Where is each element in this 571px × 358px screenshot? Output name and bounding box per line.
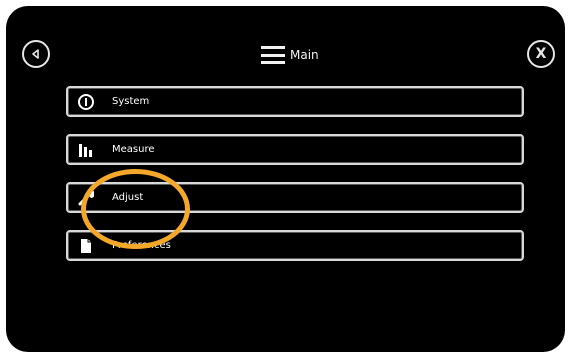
menu-item-label-measure: Measure [112,144,155,155]
close-icon: X [535,46,547,62]
page-title: Main [290,48,319,62]
menu-item-label-system: System [112,96,150,107]
bar-chart-icon [78,142,94,158]
info-icon [78,93,94,110]
document-icon [78,238,94,254]
back-arrow-icon [32,49,39,59]
menu-item-system[interactable]: System [66,86,524,117]
device-frame: Main X System Measure Adjust Preferences [0,0,571,358]
close-button[interactable]: X [527,40,555,68]
back-button[interactable] [22,40,50,68]
device-screen: Main X System Measure Adjust Preferences [6,6,565,352]
menu-icon[interactable] [261,46,285,64]
menu-item-measure[interactable]: Measure [66,134,524,165]
highlight-annotation-circle [81,169,190,249]
header-title-group: Main [261,44,319,66]
